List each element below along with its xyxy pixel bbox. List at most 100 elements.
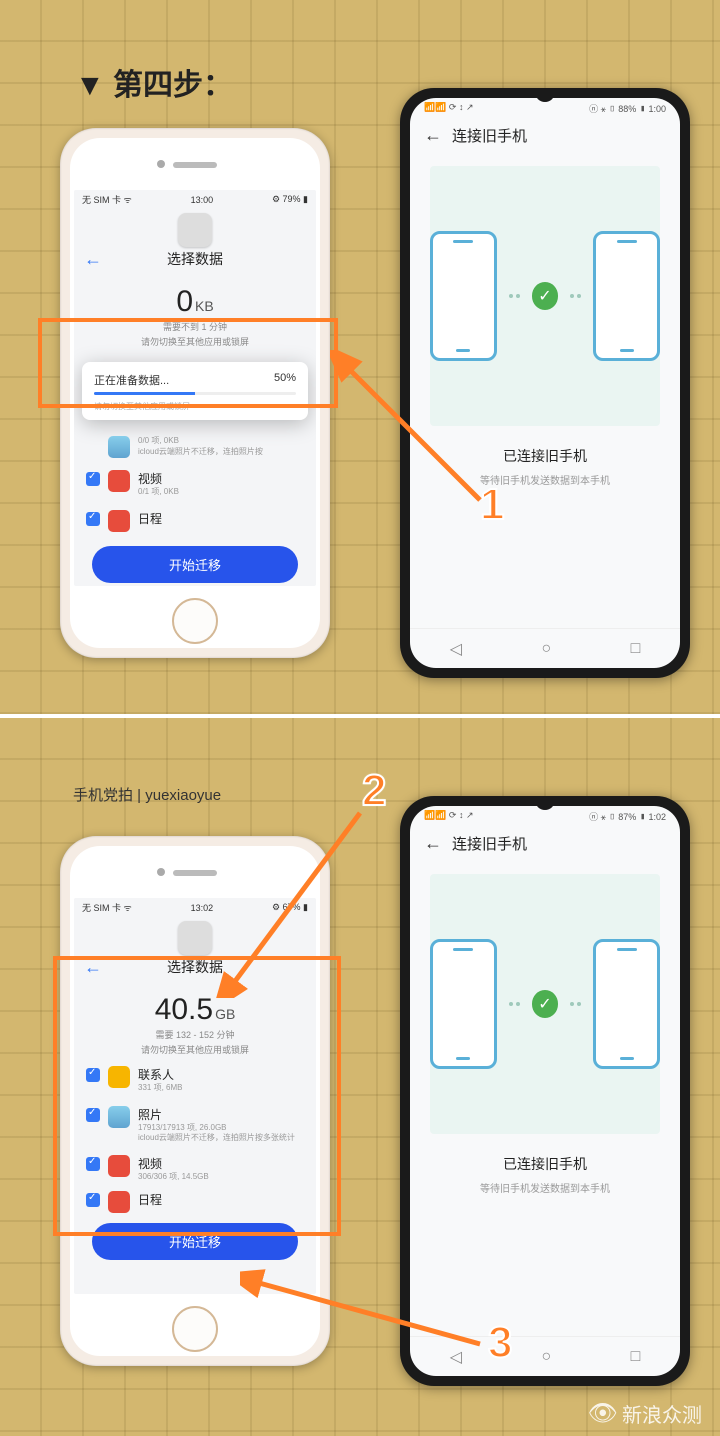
item-title: 日程 xyxy=(138,1191,304,1208)
list-item[interactable]: 联系人 331 项, 6MB xyxy=(86,1060,304,1099)
phone-outline-icon xyxy=(593,939,660,1069)
data-list: 联系人 331 项, 6MB 照片 17913/17913 项, 26.0GB … xyxy=(74,1060,316,1215)
checkbox-icon[interactable] xyxy=(86,472,100,486)
huawei-device-2: 📶📶 ⟳ ↕ ↗ ⓝ ⚹ ▯ 87% ▮ 1:02 ← 连接旧手机 已连接旧手机… xyxy=(400,796,690,1386)
iphone2-screen: 无 SIM 卡 ᯤ 13:02 ⚙ 67% ▮ ← 选择数据 40.5GB 需要… xyxy=(74,898,316,1294)
size-block: 0KB 需要不到 1 分钟 请勿切换至其他应用或锁屏 xyxy=(74,275,316,352)
checkbox-icon[interactable] xyxy=(86,512,100,526)
waiting-text: 等待旧手机发送数据到本手机 xyxy=(410,1180,680,1195)
phone-outline-icon xyxy=(430,231,497,361)
checkbox-icon[interactable] xyxy=(86,1068,100,1082)
size-sub1: 需要不到 1 分钟 xyxy=(74,321,316,334)
item-sub: 17913/17913 项, 26.0GB xyxy=(138,1123,304,1133)
nav-home-icon[interactable]: ○ xyxy=(541,1348,551,1366)
status-bar: 无 SIM 卡 ᯤ 13:02 ⚙ 67% ▮ xyxy=(74,898,316,917)
status-left: 无 SIM 卡 ᯤ xyxy=(82,193,132,206)
waiting-text: 等待旧手机发送数据到本手机 xyxy=(410,472,680,487)
status-left: 无 SIM 卡 ᯤ xyxy=(82,901,132,914)
check-circle-icon xyxy=(532,990,559,1018)
tutorial-panel-1: ▼ 第四步： 无 SIM 卡 ᯤ 13:00 ⚙ 79% ▮ ← 选择数据 0K… xyxy=(0,0,720,718)
preparing-popup: 正在准备数据... 50% 请勿切换至其他应用或锁屏 xyxy=(82,362,308,420)
data-list: 0/0 项, 0KB icloud云端照片不迁移，连拍照片按 视频 0/1 项,… xyxy=(74,430,316,537)
nav-back-icon[interactable]: ◁ xyxy=(450,1347,462,1367)
popup-percent: 50% xyxy=(274,372,296,388)
list-item[interactable]: 视频 306/306 项, 14.5GB xyxy=(86,1149,304,1188)
status-left: 📶📶 ⟳ ↕ ↗ xyxy=(424,102,474,115)
popup-title: 正在准备数据... xyxy=(94,372,169,388)
status-right: ⚙ 79% ▮ xyxy=(272,194,308,205)
photo-icon xyxy=(108,436,130,458)
item-title: 联系人 xyxy=(138,1066,304,1083)
start-migrate-button[interactable]: 开始迁移 xyxy=(92,546,298,583)
item-sub: 0/1 项, 0KB xyxy=(138,487,304,497)
title-text: 选择数据 xyxy=(167,959,223,975)
size-sub1: 需要 132 - 152 分钟 xyxy=(74,1029,316,1042)
size-unit: GB xyxy=(215,1006,235,1022)
connection-illustration xyxy=(430,166,660,426)
connected-text: 已连接旧手机 xyxy=(410,446,680,466)
back-arrow-icon[interactable]: ← xyxy=(84,957,102,978)
calendar-icon xyxy=(108,510,130,532)
list-item[interactable]: 日程 xyxy=(86,504,304,538)
list-item[interactable]: 日程 xyxy=(86,1189,304,1215)
item-title: 视频 xyxy=(138,470,304,487)
back-arrow-icon[interactable]: ← xyxy=(424,125,442,146)
tutorial-panel-2: 手机党拍 | yuexiaoyue 无 SIM 卡 ᯤ 13:02 ⚙ 67% … xyxy=(0,718,720,1436)
item-sub: 306/306 项, 14.5GB xyxy=(138,1172,304,1182)
checkbox-icon[interactable] xyxy=(86,1108,100,1122)
list-item[interactable]: 照片 17913/17913 项, 26.0GB icloud云端照片不迁移，连… xyxy=(86,1100,304,1150)
calendar-icon xyxy=(108,1191,130,1213)
sina-watermark: 👁 新浪众测 xyxy=(588,1399,702,1428)
nav-home-icon[interactable]: ○ xyxy=(541,640,551,658)
item-title: 日程 xyxy=(138,510,304,527)
annotation-number-1: 1 xyxy=(480,480,504,530)
step-title: ▼ 第四步： xyxy=(75,60,233,104)
video-icon xyxy=(108,1155,130,1177)
huawei-device-1: 📶📶 ⟳ ↕ ↗ ⓝ ⚹ ▯ 88% ▮ 1:00 ← 连接旧手机 已连接旧手机… xyxy=(400,88,690,678)
check-circle-icon xyxy=(532,282,559,310)
item-title: 视频 xyxy=(138,1155,304,1172)
video-icon xyxy=(108,470,130,492)
nav-recent-icon[interactable]: □ xyxy=(631,1348,641,1366)
popup-note: 请勿切换至其他应用或锁屏 xyxy=(94,401,296,412)
iphone-device-2: 无 SIM 卡 ᯤ 13:02 ⚙ 67% ▮ ← 选择数据 40.5GB 需要… xyxy=(60,836,330,1366)
status-time: 13:00 xyxy=(191,195,214,205)
iphone-device-1: 无 SIM 卡 ᯤ 13:00 ⚙ 79% ▮ ← 选择数据 0KB 需要不到 … xyxy=(60,128,330,658)
list-item[interactable]: 视频 0/1 项, 0KB xyxy=(86,464,304,503)
nav-bar: ◁ ○ □ xyxy=(410,628,680,668)
nav-back-icon[interactable]: ◁ xyxy=(450,639,462,659)
back-arrow-icon[interactable]: ← xyxy=(84,249,102,270)
status-right: ⚙ 67% ▮ xyxy=(272,902,308,913)
connection-illustration xyxy=(430,874,660,1134)
annotation-number-2: 2 xyxy=(362,766,386,816)
phone-outline-icon xyxy=(430,939,497,1069)
start-migrate-button[interactable]: 开始迁移 xyxy=(92,1223,298,1260)
list-item[interactable]: 0/0 项, 0KB icloud云端照片不迁移，连拍照片按 xyxy=(86,430,304,464)
item-note: icloud云端照片不迁移，连拍照片按 xyxy=(138,447,304,457)
photo-icon xyxy=(108,1106,130,1128)
sina-text: 新浪众测 xyxy=(622,1399,702,1428)
progress-bar xyxy=(94,392,296,395)
sina-eye-icon: 👁 xyxy=(588,1399,618,1428)
size-number: 0 xyxy=(176,285,193,318)
app-icon xyxy=(178,213,212,247)
home-button[interactable] xyxy=(172,1306,218,1352)
huawei2-screen: 📶📶 ⟳ ↕ ↗ ⓝ ⚹ ▯ 87% ▮ 1:02 ← 连接旧手机 已连接旧手机… xyxy=(410,806,680,1376)
status-left: 📶📶 ⟳ ↕ ↗ xyxy=(424,810,474,823)
back-arrow-icon[interactable]: ← xyxy=(424,833,442,854)
header-title: 连接旧手机 xyxy=(452,833,527,854)
header-title: 连接旧手机 xyxy=(452,125,527,146)
item-sub: 331 项, 6MB xyxy=(138,1083,304,1093)
page-title: ← 选择数据 xyxy=(74,957,316,983)
size-unit: KB xyxy=(195,298,214,314)
item-title: 照片 xyxy=(138,1106,304,1123)
page-header: ← 连接旧手机 xyxy=(410,117,680,154)
status-right: ⓝ ⚹ ▯ 87% ▮ 1:02 xyxy=(589,810,666,823)
home-button[interactable] xyxy=(172,598,218,644)
app-icon xyxy=(178,921,212,955)
page-header: ← 连接旧手机 xyxy=(410,825,680,862)
nav-recent-icon[interactable]: □ xyxy=(631,640,641,658)
checkbox-icon[interactable] xyxy=(86,1193,100,1207)
huawei1-screen: 📶📶 ⟳ ↕ ↗ ⓝ ⚹ ▯ 88% ▮ 1:00 ← 连接旧手机 已连接旧手机… xyxy=(410,98,680,668)
checkbox-icon[interactable] xyxy=(86,1157,100,1171)
